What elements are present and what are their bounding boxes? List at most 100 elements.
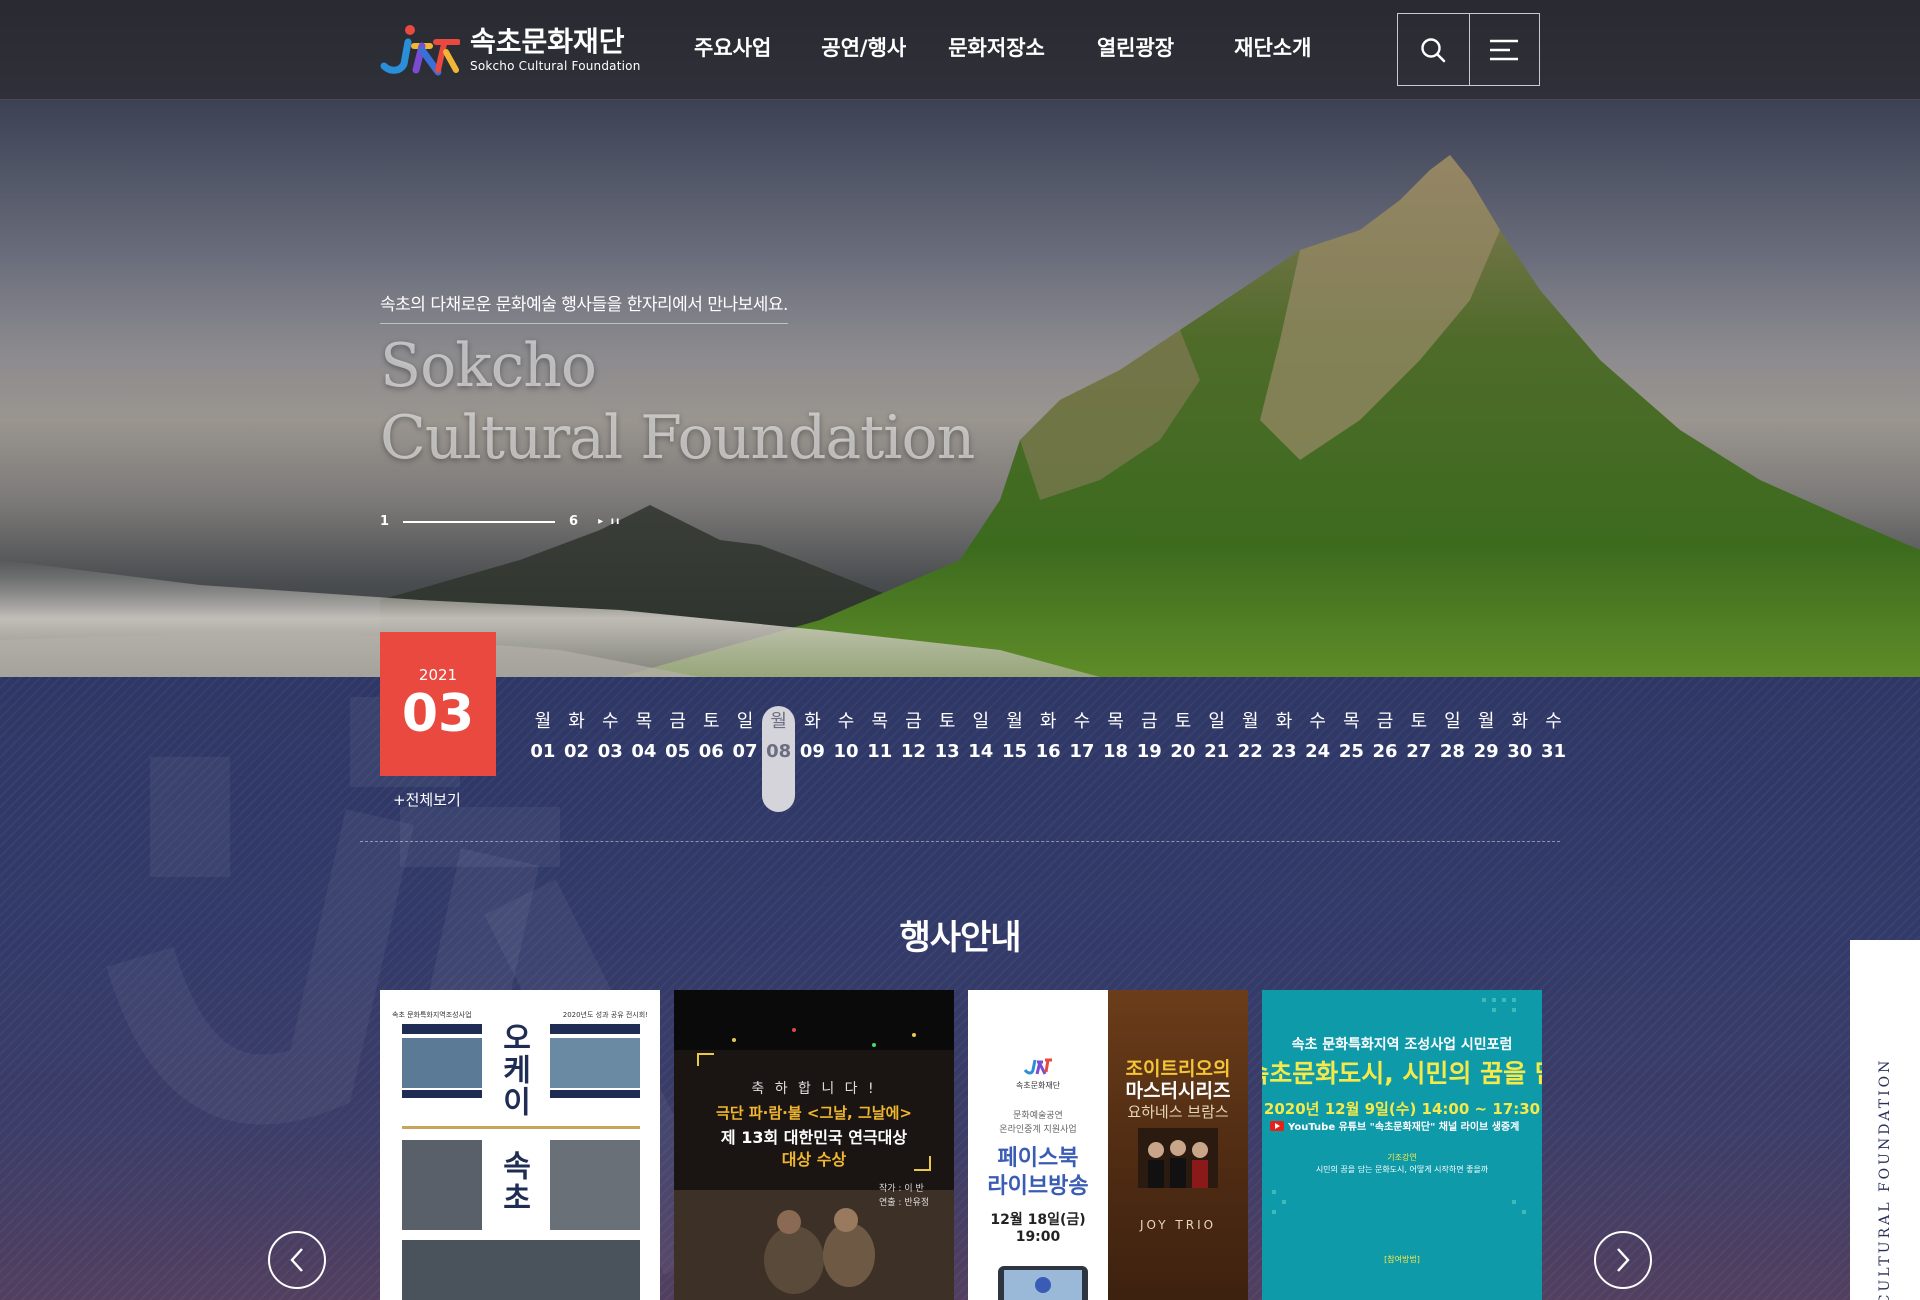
calendar-day-number: 29 <box>1473 741 1499 762</box>
hero-title-line2: Cultural Foundation <box>380 403 975 473</box>
calendar-day-24[interactable]: 수 24 <box>1301 710 1335 814</box>
site-header: 속초문화재단 Sokcho Cultural Foundation 주요사업 공… <box>0 0 1920 100</box>
calendar-day-30[interactable]: 화 30 <box>1503 710 1537 814</box>
calendar-day-14[interactable]: 일 14 <box>964 710 998 814</box>
calendar-day-weekday: 금 <box>669 711 686 732</box>
calendar-day-16[interactable]: 화 16 <box>1031 710 1065 814</box>
carousel-next-button[interactable] <box>1594 1231 1652 1289</box>
calendar-day-31[interactable]: 수 31 <box>1537 710 1571 814</box>
card2-troupe: 극단 파·람·불 <그날, 그날에> <box>716 1104 912 1122</box>
calendar-day-number: 15 <box>1001 741 1027 762</box>
calendar-day-weekday: 목 <box>1343 711 1360 732</box>
nav-item-culture-archive[interactable]: 문화저장소 <box>948 32 1045 62</box>
nav-item-open-square[interactable]: 열린광장 <box>1097 32 1174 62</box>
calendar-day-weekday: 수 <box>601 711 619 732</box>
menu-button[interactable] <box>1468 14 1540 85</box>
card3-phone-graphic <box>998 1266 1088 1300</box>
calendar-day-weekday: 월 <box>1477 711 1495 732</box>
event-card-ok-sokcho[interactable]: 속초 문화특화지역조성사업 2020년도 성과 공유 전시회! 오케이 속초 <box>380 990 660 1300</box>
carousel-prev-button[interactable] <box>268 1231 326 1289</box>
hero-title-line1: Sokcho <box>380 331 597 401</box>
card4-headline: 속초문화도시, 시민의 꿈을 담 <box>1262 1059 1542 1088</box>
calendar-year: 2021 <box>418 666 458 684</box>
calendar-day-01[interactable]: 월 01 <box>526 710 560 814</box>
calendar-day-08[interactable]: 월 08 <box>761 706 796 814</box>
calendar-day-15[interactable]: 월 15 <box>998 710 1032 814</box>
card3-facebook-line2: 라이브방송 <box>987 1174 1089 1199</box>
card3-program-line2: 온라인중계 지원사업 <box>999 1125 1077 1135</box>
header-actions <box>1397 13 1540 86</box>
slide-current: 1 <box>380 514 390 529</box>
calendar-day-19[interactable]: 금 19 <box>1132 710 1166 814</box>
calendar-day-28[interactable]: 일 28 <box>1436 710 1470 814</box>
calendar-day-number: 03 <box>597 741 623 762</box>
calendar-day-number: 19 <box>1136 741 1162 762</box>
calendar-day-17[interactable]: 수 17 <box>1065 710 1099 814</box>
side-quick-tab[interactable]: HO CULTURAL FOUNDATION <box>1850 940 1920 1300</box>
card3-facebook-live: 페이스북 라이브방송 <box>968 1145 1108 1201</box>
nav-item-about[interactable]: 재단소개 <box>1234 32 1311 62</box>
calendar-day-29[interactable]: 월 29 <box>1469 710 1503 814</box>
calendar-day-27[interactable]: 토 27 <box>1402 710 1436 814</box>
event-card-citizen-forum[interactable]: 속초 문화특화지역 조성사업 시민포럼 속초문화도시, 시민의 꿈을 담 202… <box>1262 990 1542 1300</box>
calendar-day-number: 17 <box>1069 741 1095 762</box>
calendar-day-07[interactable]: 일 07 <box>728 710 762 814</box>
calendar-day-weekday: 일 <box>736 711 754 732</box>
calendar-day-18[interactable]: 목 18 <box>1099 710 1133 814</box>
calendar-day-10[interactable]: 수 10 <box>829 710 863 814</box>
slide-play-pause-button[interactable]: ▸ ıı <box>598 516 621 527</box>
calendar-day-06[interactable]: 토 06 <box>694 710 728 814</box>
view-all-link[interactable]: +전체보기 <box>393 789 461 810</box>
calendar-day-22[interactable]: 월 22 <box>1233 710 1267 814</box>
calendar-day-weekday: 토 <box>703 711 720 732</box>
calendar-day-number: 10 <box>833 741 859 762</box>
calendar-day-weekday: 월 <box>1242 711 1259 732</box>
card3-right-panel: 조이트리오의 마스터시리즈 요하네스 브람스 JOY TRIO <box>1108 990 1248 1300</box>
calendar-day-number: 05 <box>665 741 691 762</box>
calendar-day-weekday: 목 <box>871 711 888 732</box>
events-section-title: 행사안내 <box>899 918 1021 958</box>
card3-left-panel: 속초문화재단 문화예술공연 온라인중계 지원사업 페이스북 라이브방송 12월 … <box>968 990 1108 1300</box>
logo-name-ko: 속초문화재단 <box>470 25 625 58</box>
calendar-day-number: 22 <box>1237 741 1263 762</box>
calendar-day-number: 18 <box>1103 741 1129 762</box>
section-divider <box>360 841 1560 842</box>
calendar-day-02[interactable]: 화 02 <box>560 710 594 814</box>
calendar-day-number: 24 <box>1305 741 1331 762</box>
calendar-day-13[interactable]: 토 13 <box>930 710 964 814</box>
calendar-day-09[interactable]: 화 09 <box>796 710 830 814</box>
calendar-day-number: 31 <box>1540 741 1566 762</box>
calendar-day-weekday: 월 <box>770 711 787 732</box>
card3-title-line1: 조이트리오의 <box>1125 1058 1231 1080</box>
calendar-day-04[interactable]: 목 04 <box>627 710 661 814</box>
calendar-month: 03 <box>401 684 475 744</box>
calendar-day-05[interactable]: 금 05 <box>661 710 695 814</box>
logo-name-en: Sokcho Cultural Foundation <box>470 59 641 73</box>
event-card-theater-award[interactable]: 축 하 합 니 다 ! 극단 파·람·불 <그날, 그날에> 제 13회 대한민… <box>674 990 954 1300</box>
card2-credits: 작가 : 이 반 연출 : 반유정 <box>879 1182 929 1210</box>
calendar-day-weekday: 수 <box>1073 711 1091 732</box>
calendar-day-12[interactable]: 금 12 <box>897 710 931 814</box>
calendar-day-11[interactable]: 목 11 <box>863 710 897 814</box>
calendar-day-26[interactable]: 금 26 <box>1368 710 1402 814</box>
event-card-carousel: 속초 문화특화지역조성사업 2020년도 성과 공유 전시회! 오케이 속초 축… <box>380 990 1556 1300</box>
nav-item-performances[interactable]: 공연/행사 <box>821 32 906 62</box>
calendar-day-23[interactable]: 화 23 <box>1267 710 1301 814</box>
site-logo[interactable]: 속초문화재단 Sokcho Cultural Foundation <box>380 20 650 80</box>
calendar-day-25[interactable]: 목 25 <box>1335 710 1369 814</box>
card3-logo-icon <box>1023 1058 1052 1075</box>
card2-writer: 작가 : 이 반 <box>879 1184 924 1194</box>
calendar-day-number: 14 <box>968 741 994 762</box>
card3-facebook-line1: 페이스북 <box>997 1146 1079 1171</box>
search-button[interactable] <box>1398 14 1469 85</box>
event-card-joy-trio[interactable]: 속초문화재단 문화예술공연 온라인중계 지원사업 페이스북 라이브방송 12월 … <box>968 990 1248 1300</box>
calendar-day-weekday: 월 <box>1006 711 1023 732</box>
calendar-day-21[interactable]: 일 21 <box>1200 710 1234 814</box>
calendar-day-20[interactable]: 토 20 <box>1166 710 1200 814</box>
calendar-day-weekday: 일 <box>1444 711 1461 732</box>
nav-item-main-projects[interactable]: 주요사업 <box>694 32 771 62</box>
slide-progress-track[interactable] <box>403 520 556 523</box>
calendar-day-weekday: 월 <box>534 711 552 732</box>
card3-title-line3: 요하네스 브람스 <box>1127 1103 1229 1121</box>
calendar-day-03[interactable]: 수 03 <box>593 710 627 814</box>
